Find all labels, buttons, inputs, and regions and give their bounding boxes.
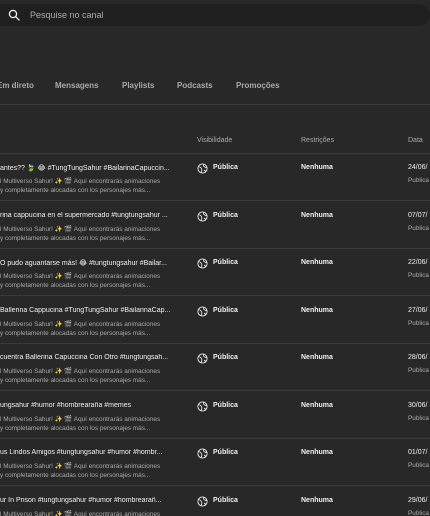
content-tabs: Em direto Mensagens Playlists Podcasts P… [0, 78, 430, 94]
table-row[interactable]: ur In Prison #tungtungsahur #humor #homb… [0, 487, 430, 516]
table-row[interactable]: O pudo aguantarse más! 😂 #tungtungsahur … [0, 249, 430, 296]
restrictions-label: Nenhuma [301, 496, 333, 504]
table-row[interactable]: rina cappucina en el supermercado #tungt… [0, 202, 430, 249]
date-label: 24/06/ [408, 164, 428, 171]
restrictions-label: Nenhuma [301, 259, 333, 266]
date-label: 27/06/ [408, 306, 428, 314]
video-title[interactable]: ungsahur #humor #hombrearaña #memes [0, 402, 176, 409]
column-header-restrictions[interactable]: Restrições [301, 137, 334, 144]
visibility-label[interactable]: Pública [213, 212, 238, 219]
search-input[interactable] [30, 6, 410, 24]
search-bar [0, 4, 430, 26]
video-title[interactable]: antes?? 🍃 😂 #TungTungSahur #BailarinaCap… [0, 164, 176, 172]
table-row[interactable]: cuentra Ballerina Capuccina Con Otro #tu… [0, 344, 430, 391]
video-title[interactable]: ur In Prison #tungtungsahur #humor #homb… [0, 497, 176, 504]
date-label: 30/06/ [408, 401, 428, 409]
video-title[interactable]: O pudo aguantarse más! 😂 #tungtungsahur … [0, 259, 176, 267]
date-status: Publica [408, 224, 429, 232]
visibility-label[interactable]: Pública [213, 497, 238, 504]
video-description: l Multiverso Sahur! ✨ 🎬 Aquí encontrarás… [0, 273, 161, 289]
visibility-label[interactable]: Pública [213, 307, 238, 314]
globe-icon[interactable] [197, 400, 208, 412]
restrictions-label: Nenhuma [301, 211, 333, 219]
video-description: l Multiverso Sahur! ✨ 🎬 Aquí encontrarás… [0, 463, 161, 479]
restrictions-label: Nenhuma [301, 449, 333, 456]
video-title[interactable]: rina cappucina en el supermercado #tungt… [0, 212, 176, 219]
globe-icon[interactable] [197, 163, 208, 174]
restrictions-label: Nenhuma [301, 164, 333, 171]
visibility-label[interactable]: Pública [213, 164, 238, 171]
restrictions-label: Nenhuma [301, 401, 333, 409]
tab-playlists[interactable]: Playlists [122, 81, 154, 90]
tab-live[interactable]: Em direto [0, 81, 34, 90]
date-status: Publica [408, 319, 429, 327]
video-title[interactable]: us Lindos Amigos #tungtungsahur #humor #… [0, 449, 176, 456]
date-status: Publica [408, 414, 429, 422]
globe-icon[interactable] [197, 305, 208, 317]
date-label: 07/07/ [408, 211, 428, 219]
tab-podcasts[interactable]: Podcasts [177, 81, 213, 90]
table-row[interactable]: Ballerina Cappucina #TungTungSahur #Bail… [0, 297, 430, 344]
visibility-label[interactable]: Pública [213, 354, 238, 361]
visibility-label[interactable]: Pública [213, 259, 238, 266]
search-icon[interactable] [8, 9, 20, 21]
video-title[interactable]: Ballerina Cappucina #TungTungSahur #Bail… [0, 307, 176, 314]
date-label: 28/06/ [408, 354, 428, 361]
tab-posts[interactable]: Mensagens [55, 81, 99, 90]
video-description: l Multiverso Sahur! ✨ 🎬 Aquí encontrarás… [0, 368, 161, 384]
globe-icon[interactable] [197, 448, 208, 459]
video-description: l Multiverso Sahur! ✨ 🎬 Aquí encontrarás… [0, 225, 161, 242]
globe-icon[interactable] [197, 210, 208, 222]
table-row[interactable]: ungsahur #humor #hombrearaña #memes l Mul… [0, 392, 430, 439]
globe-icon[interactable] [197, 495, 208, 507]
video-description: l Multiverso Sahur! ✨ 🎬 Aquí encontrarás… [0, 415, 161, 432]
tabs-divider [0, 104, 430, 105]
tab-promotions[interactable]: Promoções [236, 81, 280, 90]
date-status: Publica [408, 177, 429, 184]
table-row[interactable]: us Lindos Amigos #tungtungsahur #humor #… [0, 439, 430, 486]
restrictions-label: Nenhuma [301, 354, 333, 361]
column-header-visibility[interactable]: Visibilidade [197, 137, 232, 144]
date-label: 29/06/ [408, 496, 428, 504]
date-status: Publica [408, 509, 429, 516]
column-header-date[interactable]: Data [408, 137, 423, 144]
channel-content-page: Em direto Mensagens Playlists Podcasts P… [0, 0, 430, 516]
video-description: l Multiverso Sahur! ✨ 🎬 Aquí encontrarás… [0, 320, 161, 337]
visibility-label[interactable]: Pública [213, 449, 238, 456]
date-status: Publica [408, 462, 429, 469]
globe-icon[interactable] [197, 353, 208, 364]
video-description: l Multiverso Sahur! ✨ 🎬 Aquí encontrarás… [0, 510, 161, 516]
visibility-label[interactable]: Pública [213, 402, 238, 409]
date-status: Publica [408, 272, 429, 279]
globe-icon[interactable] [197, 258, 208, 269]
video-description: l Multiverso Sahur! ✨ 🎬 Aquí encontrarás… [0, 178, 161, 194]
date-label: 22/06/ [408, 259, 428, 266]
date-label: 01/07/ [408, 449, 428, 456]
date-status: Publica [408, 367, 429, 374]
video-title[interactable]: cuentra Ballerina Capuccina Con Otro #tu… [0, 354, 176, 361]
restrictions-label: Nenhuma [301, 306, 333, 314]
table-row[interactable]: antes?? 🍃 😂 #TungTungSahur #BailarinaCap… [0, 154, 430, 201]
